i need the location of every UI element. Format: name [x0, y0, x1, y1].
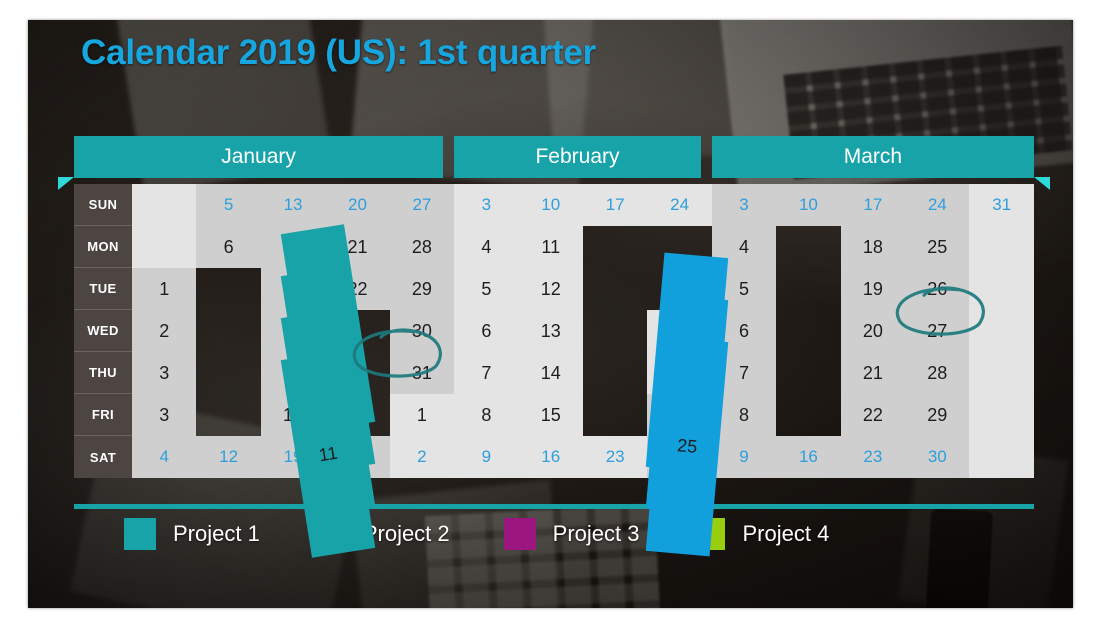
legend-label: Project 3	[552, 521, 640, 546]
legend: Project 1 Project 2 Project 3 Project 4	[124, 518, 829, 550]
date-cell[interactable]: 24	[647, 184, 712, 226]
date-cell[interactable]: 18	[840, 226, 906, 268]
date-cell[interactable]: 31	[969, 184, 1034, 226]
date-cell[interactable]: 31	[389, 352, 455, 394]
legend-label: Project 4	[742, 521, 830, 546]
date-cell[interactable]: 14	[518, 352, 583, 394]
date-cell[interactable]: 1	[389, 394, 455, 436]
day-label-wed: WED	[74, 310, 132, 352]
date-cell[interactable]: 26	[905, 268, 970, 310]
calendar-row-sun: SUN 5 13 20 27 3 10 17 24 3 10 17 24 31	[74, 184, 1034, 226]
date-cell[interactable]: 3	[454, 184, 519, 226]
date-cell[interactable]: 10	[776, 184, 841, 226]
date-cell[interactable]: 30	[905, 436, 970, 478]
calendar-row-sat: SAT412192629162329162330	[74, 436, 1034, 478]
date-cell[interactable]: 12	[196, 436, 261, 478]
legend-label: Project 2	[362, 521, 450, 546]
month-header-february[interactable]: February	[454, 136, 701, 178]
date-cell[interactable]: 23	[582, 436, 648, 478]
day-label-thu: THU	[74, 352, 132, 394]
date-cell[interactable]: 5	[454, 268, 519, 310]
calendar-row-thu: THU31017243171421287142128	[74, 294, 1034, 516]
date-cell[interactable]: 3	[132, 394, 197, 436]
date-cell[interactable]: 9	[454, 436, 519, 478]
day-label-mon: MON	[74, 226, 132, 268]
day-label-fri: FRI	[74, 394, 132, 436]
date-cell[interactable]	[969, 310, 1034, 352]
date-cell[interactable]: 9	[711, 436, 777, 478]
date-cell[interactable]: 30	[389, 310, 455, 352]
legend-label: Project 1	[173, 521, 260, 546]
date-cell[interactable]: 24	[905, 184, 970, 226]
legend-item-4[interactable]: Project 4	[693, 518, 829, 550]
legend-swatch-icon	[124, 518, 156, 550]
date-cell[interactable]: 6	[196, 226, 261, 268]
calendar: January February March SUN 5 13 20 27 3 10 17 24 3 1…	[58, 136, 1050, 558]
date-cell[interactable]: 7	[454, 352, 519, 394]
date-cell[interactable]: 23	[840, 436, 906, 478]
calendar-row-fri: FRI311182518152218152229	[74, 336, 1034, 558]
date-cell[interactable]: 17	[840, 184, 906, 226]
date-cell[interactable]	[969, 352, 1034, 394]
date-cell[interactable]	[132, 184, 197, 226]
date-cell[interactable]: 28	[905, 352, 970, 394]
legend-item-1[interactable]: Project 1	[124, 518, 260, 550]
date-cell[interactable]: 21	[840, 352, 906, 394]
date-cell[interactable]	[969, 268, 1034, 310]
calendar-grid: SUN51320273101724310172431MON61421284111…	[74, 184, 1034, 558]
legend-item-3[interactable]: Project 3	[503, 518, 640, 550]
date-cell[interactable]: 20	[325, 184, 390, 226]
date-cell[interactable]	[969, 394, 1034, 436]
date-cell[interactable]: 16	[518, 436, 583, 478]
date-cell[interactable]: 12	[518, 268, 583, 310]
month-header-label: January	[221, 145, 296, 168]
slide: Calendar 2019 (US): 1st quarter January F…	[28, 20, 1073, 608]
date-cell[interactable]: 27	[389, 184, 455, 226]
month-header-row: January February March	[58, 136, 1050, 190]
month-header-march[interactable]: March	[711, 136, 1050, 190]
date-cell[interactable]: 10	[518, 184, 583, 226]
date-cell[interactable]: 5	[196, 184, 261, 226]
date-cell[interactable]: 4	[454, 226, 519, 268]
date-cell[interactable]: 17	[582, 184, 648, 226]
date-cell[interactable]: 13	[260, 184, 326, 226]
date-cell[interactable]: 2	[132, 310, 197, 352]
divider-rule	[74, 504, 1034, 509]
corner-accent-right-icon	[1033, 177, 1050, 190]
calendar-row-wed: WED2916233061320276132027	[74, 252, 1034, 474]
date-cell[interactable]: 3	[132, 352, 197, 394]
date-cell[interactable]: 13	[518, 310, 583, 352]
corner-accent-left-icon	[58, 177, 74, 190]
date-cell[interactable]: 20	[840, 310, 906, 352]
date-cell[interactable]: 1	[132, 268, 197, 310]
date-cell[interactable]: 11	[518, 226, 583, 268]
date-cell[interactable]	[132, 226, 197, 268]
calendar-row-tue: TUE1715222951219265121926	[74, 224, 1034, 432]
day-label-sat: SAT	[74, 436, 132, 478]
day-label-tue: TUE	[74, 268, 132, 310]
day-label-sun: SUN	[74, 184, 132, 226]
date-cell[interactable]	[969, 226, 1034, 268]
date-cell[interactable]: 6	[454, 310, 519, 352]
date-cell[interactable]: 2	[389, 436, 455, 478]
date-cell[interactable]: 27	[905, 310, 970, 352]
date-cell[interactable]: 16	[776, 436, 841, 478]
calendar-row-mon: MON614212841118254111825	[74, 226, 1034, 268]
date-cell[interactable]: 22	[840, 394, 906, 436]
month-header-january[interactable]: January	[58, 136, 444, 190]
date-cell[interactable]: 28	[389, 226, 455, 268]
date-cell[interactable]: 4	[132, 436, 197, 478]
date-cell[interactable]: 29	[389, 268, 455, 310]
date-cell[interactable]: 25	[905, 226, 970, 268]
date-cell[interactable]: 8	[454, 394, 519, 436]
date-cell[interactable]: 3	[711, 184, 777, 226]
page-title: Calendar 2019 (US): 1st quarter	[81, 33, 597, 72]
month-header-label: February	[535, 145, 620, 168]
month-header-label: March	[843, 145, 903, 168]
date-cell[interactable]: 15	[518, 394, 583, 436]
date-cell[interactable]: 29	[905, 394, 970, 436]
date-cell[interactable]	[969, 436, 1034, 478]
legend-swatch-icon	[503, 518, 536, 550]
date-cell[interactable]: 19	[840, 268, 906, 310]
